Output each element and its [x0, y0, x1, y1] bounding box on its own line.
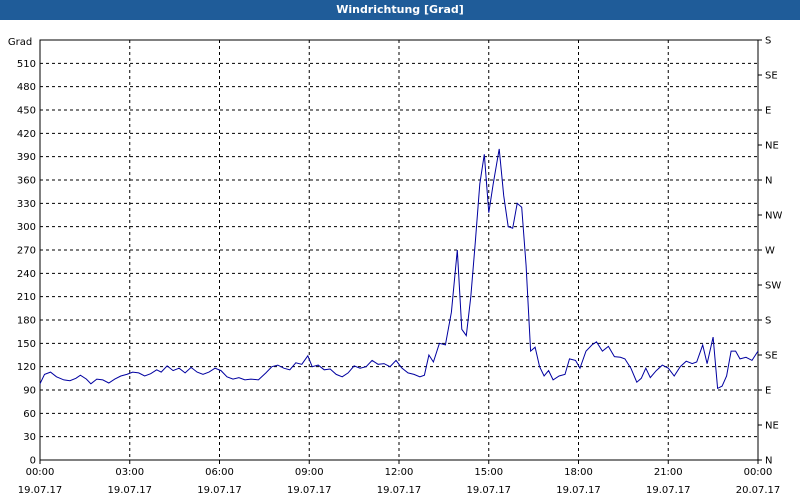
right-tick-label: E: [765, 106, 771, 117]
right-tick-label: SW: [765, 281, 781, 292]
x-tick-time: 09:00: [295, 467, 324, 478]
x-tick-date: 19.07.17: [466, 485, 511, 496]
x-tick-date: 19.07.17: [107, 485, 152, 496]
right-tick-label: NW: [765, 211, 782, 222]
right-tick-label: SE: [765, 71, 778, 82]
x-tick-date: 19.07.17: [18, 485, 63, 496]
x-tick-date: 19.07.17: [287, 485, 332, 496]
x-tick-date: 19.07.17: [556, 485, 601, 496]
x-tick-date: 19.07.17: [377, 485, 422, 496]
y-tick-label: 330: [17, 199, 36, 210]
x-tick-time: 21:00: [654, 467, 683, 478]
y-tick-label: 0: [30, 456, 36, 467]
y-tick-label: 180: [17, 316, 36, 327]
x-tick-date: 19.07.17: [646, 485, 691, 496]
right-tick-label: S: [765, 36, 771, 47]
chart-area: 0 30 60 90 120 150 180 210 240 270 300 330 360 390 420…: [8, 36, 783, 497]
right-tick-label: SE: [765, 351, 778, 362]
x-tick-time: 03:00: [115, 467, 144, 478]
chart-window: Windrichtung [Grad] 0 30 60 90 120 150 180 210 2…: [0, 0, 800, 500]
right-tick-label: S: [765, 316, 771, 327]
x-tick-time: 00:00: [26, 467, 55, 478]
right-tick-label: NE: [765, 421, 779, 432]
y-tick-label: 240: [17, 269, 36, 280]
right-tick-label: N: [765, 176, 772, 187]
y-tick-label: 150: [17, 339, 36, 350]
y-tick-label: 30: [23, 432, 36, 443]
y-axis-left: 0 30 60 90 120 150 180 210 240 270 300 330 360 390 420…: [17, 59, 36, 467]
x-tick-time: 06:00: [205, 467, 234, 478]
y-tick-label: 390: [17, 152, 36, 163]
x-tick-time: 12:00: [385, 467, 414, 478]
x-tick-date: 20.07.17: [736, 485, 781, 496]
x-tick-date: 19.07.17: [197, 485, 242, 496]
y-tick-label: 90: [23, 386, 36, 397]
y-tick-label: 210: [17, 292, 36, 303]
x-axis: 00:00 19.07.17 03:00 19.07.17 06:00 19.07.17 0…: [18, 460, 781, 496]
window-title: Windrichtung [Grad]: [0, 0, 800, 20]
right-tick-label: NE: [765, 141, 779, 152]
y-tick-label: 450: [17, 106, 36, 117]
y-axis-label: Grad: [8, 37, 32, 48]
x-tick-time: 00:00: [744, 467, 773, 478]
right-tick-label: N: [765, 456, 772, 467]
x-tick-time: 18:00: [564, 467, 593, 478]
y-tick-label: 480: [17, 82, 36, 93]
y-tick-label: 270: [17, 246, 36, 257]
y-tick-label: 300: [17, 222, 36, 233]
y-tick-label: 510: [17, 59, 36, 70]
x-tick-time: 15:00: [474, 467, 503, 478]
right-tick-label: E: [765, 386, 771, 397]
y-tick-label: 420: [17, 129, 36, 140]
y-tick-label: 60: [23, 409, 36, 420]
y-tick-label: 120: [17, 362, 36, 373]
y-tick-label: 360: [17, 176, 36, 187]
y-axis-right: N NE E SE S SW W NW N NE E SE S: [758, 36, 782, 467]
right-tick-label: W: [765, 246, 775, 257]
